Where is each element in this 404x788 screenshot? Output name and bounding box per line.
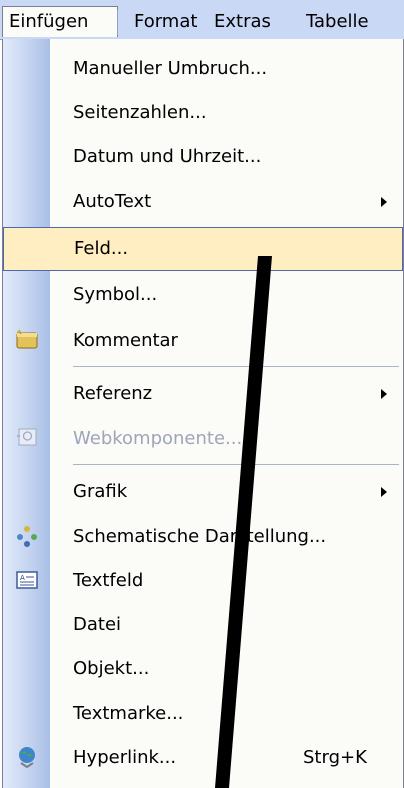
annotation-pointer-line	[215, 256, 272, 788]
